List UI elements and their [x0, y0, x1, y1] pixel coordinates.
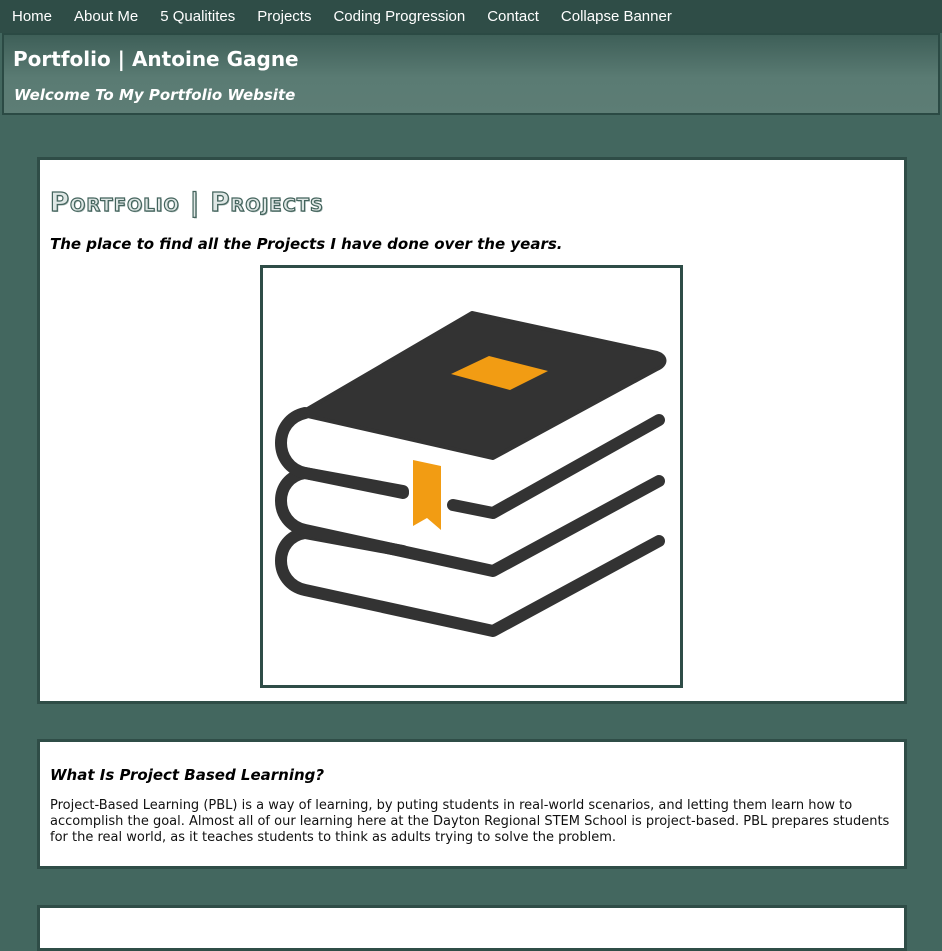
pbl-heading: What Is Project Based Learning? — [50, 766, 325, 784]
nav-projects-link[interactable]: Projects — [246, 0, 322, 33]
projects-card: Portfolio | Projects The place to find a… — [37, 157, 907, 704]
pbl-card: What Is Project Based Learning? Project-… — [37, 739, 907, 869]
site-banner: Portfolio | Antoine Gagne Welcome To My … — [2, 33, 940, 115]
top-navigation: Home About Me 5 Qualitites Projects Codi… — [0, 0, 942, 33]
site-title: Portfolio | Antoine Gagne — [13, 47, 299, 71]
nav-qualities-link[interactable]: 5 Qualitites — [149, 0, 246, 33]
site-subtitle: Welcome To My Portfolio Website — [14, 86, 296, 104]
nav-collapse-banner-link[interactable]: Collapse Banner — [550, 0, 683, 33]
next-card — [37, 905, 907, 951]
page-title: Portfolio | Projects — [49, 187, 325, 218]
nav-home-link[interactable]: Home — [0, 0, 63, 33]
nav-coding-progression-link[interactable]: Coding Progression — [322, 0, 476, 33]
page-tagline: The place to find all the Projects I hav… — [50, 235, 563, 253]
projects-image-frame — [260, 265, 683, 688]
pbl-description: Project-Based Learning (PBL) is a way of… — [50, 798, 890, 845]
books-stack-icon — [275, 311, 667, 637]
nav-contact-link[interactable]: Contact — [476, 0, 550, 33]
nav-about-me-link[interactable]: About Me — [63, 0, 149, 33]
